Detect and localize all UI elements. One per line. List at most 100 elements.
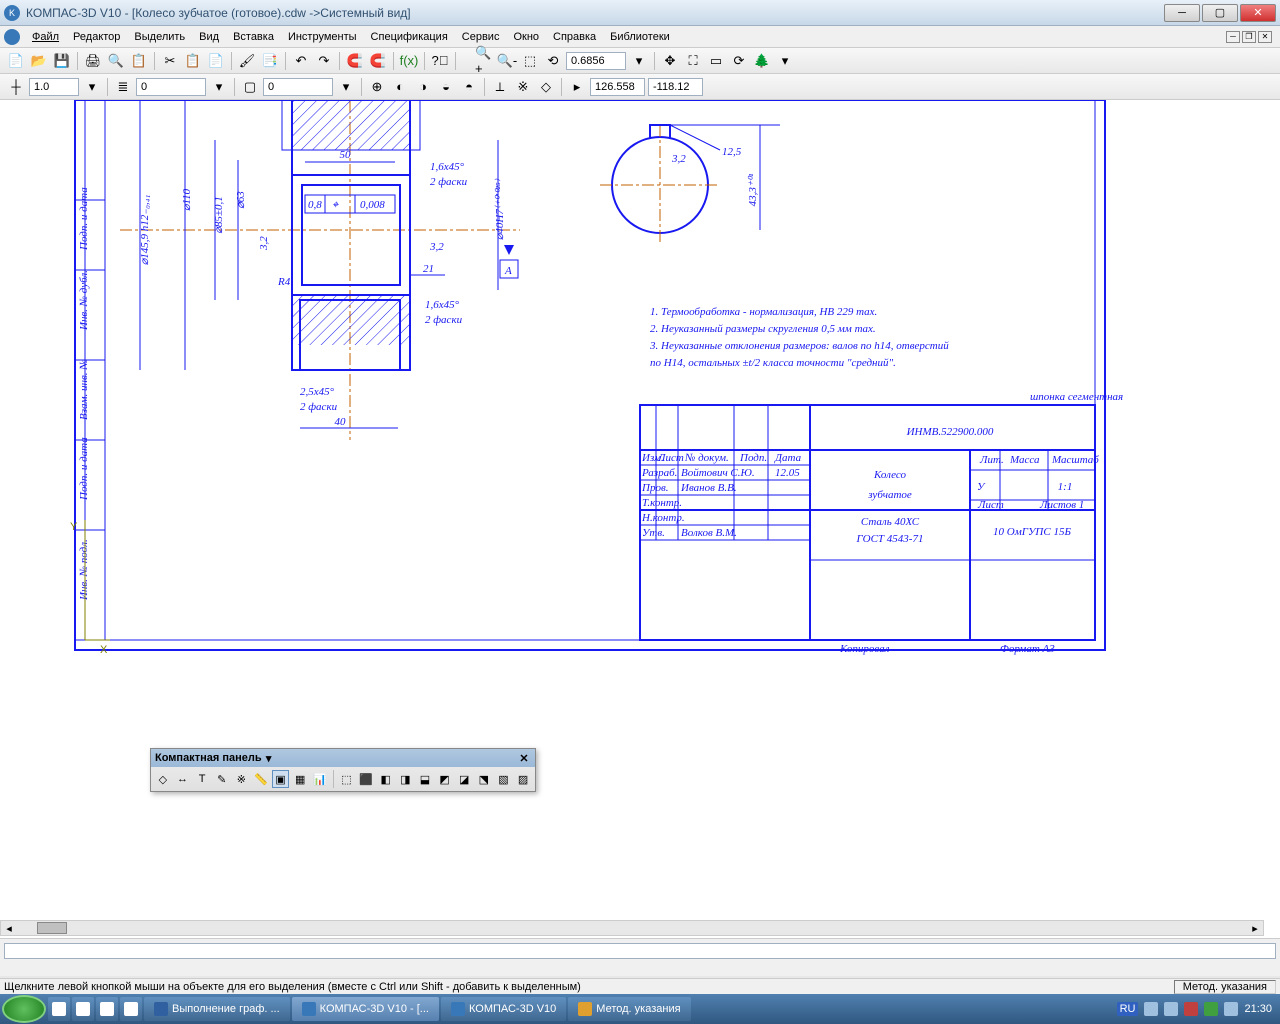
redo-button[interactable]: ↷: [314, 51, 334, 71]
zoom-in-button[interactable]: 🔍+: [474, 51, 494, 71]
compact-panel-chevron-icon[interactable]: ▾: [262, 751, 276, 765]
dim-button[interactable]: ↔: [174, 770, 192, 788]
label-button[interactable]: T: [193, 770, 211, 788]
cp-t2[interactable]: ⬛: [357, 770, 375, 788]
views-button[interactable]: ▢: [240, 77, 260, 97]
print-button[interactable]: 🖨: [83, 51, 103, 71]
save-button[interactable]: 💾: [52, 51, 72, 71]
manager-button[interactable]: 🧲: [345, 51, 365, 71]
zoom-out-button[interactable]: 🔍-: [497, 51, 517, 71]
cp-t8[interactable]: ⬔: [475, 770, 493, 788]
child-close-button[interactable]: ✕: [1258, 31, 1272, 43]
menu-view[interactable]: Вид: [193, 29, 225, 45]
open-button[interactable]: 📂: [29, 51, 49, 71]
step-dd[interactable]: ▾: [82, 77, 102, 97]
start-button[interactable]: [2, 995, 46, 1023]
local-sk-button[interactable]: ◇: [536, 77, 556, 97]
zoom-prev-button[interactable]: ⟲: [543, 51, 563, 71]
paste-button[interactable]: 📄: [206, 51, 226, 71]
pan-button[interactable]: ✥: [660, 51, 680, 71]
snap4-button[interactable]: ◒: [436, 77, 456, 97]
menu-editor[interactable]: Редактор: [67, 29, 126, 45]
edit-button[interactable]: ✎: [213, 770, 231, 788]
view-dd[interactable]: ▾: [336, 77, 356, 97]
zoom-window-button[interactable]: ⬚: [520, 51, 540, 71]
spec-button-cp[interactable]: ▦: [291, 770, 309, 788]
taskbar-ql2[interactable]: [72, 997, 94, 1021]
taskbar-item-4[interactable]: Метод. указания: [568, 997, 690, 1021]
preview-button[interactable]: 🔍: [106, 51, 126, 71]
zoom-input[interactable]: [566, 52, 626, 70]
menu-libs[interactable]: Библиотеки: [604, 29, 676, 45]
cp-t3[interactable]: ◧: [377, 770, 395, 788]
fit-button[interactable]: ⛶: [683, 51, 703, 71]
menu-help[interactable]: Справка: [547, 29, 602, 45]
variables-button[interactable]: f(x): [399, 51, 419, 71]
zoom-dd-button[interactable]: ▾: [629, 51, 649, 71]
layer-dd[interactable]: ▾: [209, 77, 229, 97]
reports-button[interactable]: 📊: [311, 770, 329, 788]
view-input[interactable]: [263, 78, 333, 96]
menu-file[interactable]: Файл: [26, 29, 65, 45]
libraries-button[interactable]: 🧲: [368, 51, 388, 71]
dd2-button[interactable]: ▾: [775, 51, 795, 71]
cp-t5[interactable]: ⬓: [416, 770, 434, 788]
compact-panel-header[interactable]: Компактная панель ▾ ✕: [151, 749, 535, 767]
coord-y-input[interactable]: [648, 78, 703, 96]
cp-t6[interactable]: ◩: [436, 770, 454, 788]
snap5-button[interactable]: ◓: [459, 77, 479, 97]
menu-select[interactable]: Выделить: [128, 29, 191, 45]
undo-button[interactable]: ↶: [291, 51, 311, 71]
tree-button[interactable]: 🌲: [752, 51, 772, 71]
clock[interactable]: 21:30: [1244, 1003, 1272, 1015]
round-button[interactable]: ※: [513, 77, 533, 97]
cp-t9[interactable]: ▧: [495, 770, 513, 788]
measure-button[interactable]: 📏: [252, 770, 270, 788]
ortho-button[interactable]: ⟂: [490, 77, 510, 97]
taskbar-item-2[interactable]: КОМПАС-3D V10 - [...: [292, 997, 439, 1021]
layer-input[interactable]: [136, 78, 206, 96]
copy-props-button[interactable]: 🖌: [237, 51, 257, 71]
minimize-button[interactable]: ─: [1164, 4, 1200, 22]
drawing-workspace[interactable]: Подп. и дата Инв. № дубл. Взам. инв. № П…: [0, 100, 1280, 976]
grid-button[interactable]: ┼: [6, 77, 26, 97]
menu-insert[interactable]: Вставка: [227, 29, 280, 45]
tray-icon-1[interactable]: [1144, 1002, 1158, 1016]
tray-icon-3[interactable]: [1184, 1002, 1198, 1016]
copy-button[interactable]: 📋: [183, 51, 203, 71]
spec-button[interactable]: 📋: [129, 51, 149, 71]
taskbar-ql4[interactable]: [120, 997, 142, 1021]
coord-x-input[interactable]: [590, 78, 645, 96]
tray-icon-5[interactable]: [1224, 1002, 1238, 1016]
tray-icon-2[interactable]: [1164, 1002, 1178, 1016]
cp-t4[interactable]: ◨: [396, 770, 414, 788]
compact-panel[interactable]: Компактная панель ▾ ✕ ◇ ↔ T ✎ ※ 📏 ▣ ▦ 📊 …: [150, 748, 536, 792]
menu-spec[interactable]: Спецификация: [365, 29, 454, 45]
taskbar-item-3[interactable]: КОМПАС-3D V10: [441, 997, 566, 1021]
close-button[interactable]: ✕: [1240, 4, 1276, 22]
help-button[interactable]: ?⃝: [430, 51, 450, 71]
param-button[interactable]: ※: [233, 770, 251, 788]
cp-t7[interactable]: ◪: [455, 770, 473, 788]
compact-panel-close-button[interactable]: ✕: [517, 751, 531, 765]
new-button[interactable]: 📄: [6, 51, 26, 71]
step-input[interactable]: [29, 78, 79, 96]
cut-button[interactable]: ✂: [160, 51, 180, 71]
cp-t1[interactable]: ⬚: [338, 770, 356, 788]
command-input[interactable]: [4, 943, 1276, 959]
taskbar-ql1[interactable]: [48, 997, 70, 1021]
child-min-button[interactable]: ─: [1226, 31, 1240, 43]
menu-window[interactable]: Окно: [507, 29, 545, 45]
zoom-select-button[interactable]: ▭: [706, 51, 726, 71]
props-button[interactable]: 📑: [260, 51, 280, 71]
layers-button[interactable]: ≣: [113, 77, 133, 97]
tray-icon-4[interactable]: [1204, 1002, 1218, 1016]
maximize-button[interactable]: ▢: [1202, 4, 1238, 22]
refresh-button[interactable]: ⟳: [729, 51, 749, 71]
taskbar-item-1[interactable]: Выполнение граф. ...: [144, 997, 290, 1021]
menu-tools[interactable]: Инструменты: [282, 29, 363, 45]
menu-app-icon[interactable]: [4, 29, 20, 45]
h-scrollbar[interactable]: ◂ ▸: [0, 920, 1264, 936]
child-restore-button[interactable]: ❐: [1242, 31, 1256, 43]
taskbar-ql3[interactable]: [96, 997, 118, 1021]
